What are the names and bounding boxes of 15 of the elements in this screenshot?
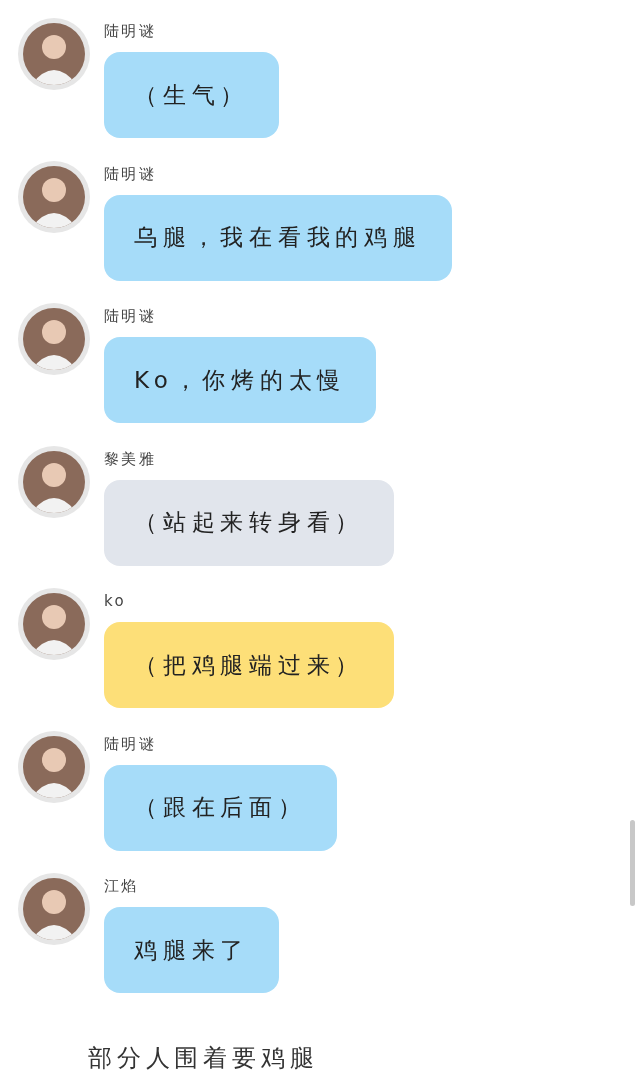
message-bubble: Ko，你烤的太慢	[104, 337, 376, 423]
caption-text: 部分人围着要鸡腿	[88, 1042, 320, 1074]
message-bubble: （把鸡腿端过来）	[104, 622, 394, 708]
sender-name: 陆明谜	[104, 306, 156, 327]
sender-name: 陆明谜	[104, 733, 156, 755]
sender-name: ko	[104, 591, 126, 612]
sender-name: 陆明谜	[104, 21, 156, 42]
sender-name: 黎美雅	[104, 448, 156, 470]
sender-name: 陆明谜	[104, 163, 156, 185]
message-bubble: （站起来转身看）	[104, 479, 394, 566]
message-bubble: （生气）	[104, 52, 279, 138]
sender-name: 江焰	[104, 876, 139, 897]
message-bubble: （跟在后面）	[104, 764, 337, 851]
message-bubble: 鸡腿来了	[104, 907, 279, 993]
message-bubble: 乌腿，我在看我的鸡腿	[104, 194, 452, 281]
